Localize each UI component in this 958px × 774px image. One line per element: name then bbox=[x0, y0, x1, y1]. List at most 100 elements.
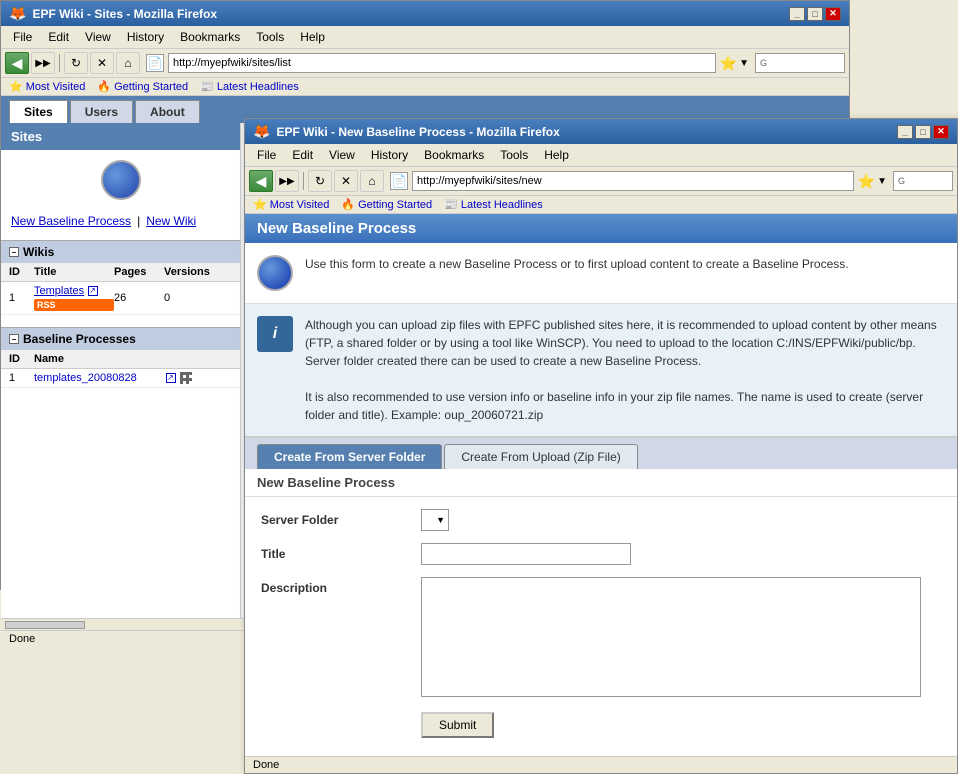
forward-btn-1[interactable]: ▶▶ bbox=[31, 52, 55, 74]
status-bar-2: Done bbox=[245, 756, 957, 773]
forward-btn-2[interactable]: ▶▶ bbox=[275, 170, 299, 192]
rss-badge-wiki: RSS bbox=[34, 299, 114, 311]
menu-history-2[interactable]: History bbox=[363, 146, 416, 164]
minimize-btn-1[interactable]: _ bbox=[789, 7, 805, 21]
news-icon-2: 📰 bbox=[444, 198, 458, 211]
menu-help-2[interactable]: Help bbox=[536, 146, 577, 164]
description-textarea[interactable] bbox=[421, 577, 921, 697]
select-arrow-icon: ▼ bbox=[436, 515, 445, 525]
form-subtitle: New Baseline Process bbox=[245, 469, 957, 497]
page-header-bar: New Baseline Process bbox=[245, 214, 957, 243]
toolbar-sep-2 bbox=[303, 172, 304, 190]
tab-about[interactable]: About bbox=[135, 100, 200, 123]
wiki-title-cell: Templates RSS bbox=[34, 285, 114, 311]
refresh-btn-2[interactable]: ↻ bbox=[308, 170, 332, 192]
back-btn-1[interactable]: ◀ bbox=[5, 52, 29, 74]
title-row: Title bbox=[261, 543, 941, 565]
bookmark-most-visited-1[interactable]: ⭐ Most Visited bbox=[9, 80, 85, 93]
wiki-row-1: 1 Templates RSS 26 0 bbox=[1, 282, 240, 315]
new-wiki-link[interactable]: New Wiki bbox=[146, 214, 196, 228]
collapse-wikis-icon[interactable]: − bbox=[9, 247, 19, 257]
menu-view-2[interactable]: View bbox=[321, 146, 363, 164]
baseline-col-name: Name bbox=[34, 353, 184, 365]
submit-button[interactable]: Submit bbox=[421, 712, 494, 738]
stop-btn-1[interactable]: ✕ bbox=[90, 52, 114, 74]
title-input[interactable] bbox=[421, 543, 631, 565]
info-section: i Although you can upload zip files with… bbox=[245, 304, 957, 438]
bookmark-getting-started-1[interactable]: 🔥 Getting Started bbox=[97, 80, 188, 93]
col-title: Title bbox=[34, 266, 114, 278]
fire-icon-2: 🔥 bbox=[341, 198, 355, 211]
bookmark-getting-started-2[interactable]: 🔥 Getting Started bbox=[341, 198, 432, 211]
menu-bookmarks-2[interactable]: Bookmarks bbox=[416, 146, 492, 164]
browser-window-2: 🦊 EPF Wiki - New Baseline Process - Mozi… bbox=[244, 118, 958, 774]
home-btn-2[interactable]: ⌂ bbox=[360, 170, 384, 192]
close-btn-2[interactable]: ✕ bbox=[933, 125, 949, 139]
page-icon-2: 📄 bbox=[390, 172, 408, 190]
menu-tools-1[interactable]: Tools bbox=[248, 28, 292, 46]
scrollbar-thumb-1[interactable] bbox=[5, 621, 85, 629]
address-bar-1: 📄 ⭐ ▼ bbox=[146, 53, 749, 73]
menu-file-2[interactable]: File bbox=[249, 146, 284, 164]
google-search-2[interactable]: G bbox=[893, 171, 953, 191]
close-btn-1[interactable]: ✕ bbox=[825, 7, 841, 21]
refresh-btn-1[interactable]: ↻ bbox=[64, 52, 88, 74]
external-link-icon-wiki bbox=[88, 286, 98, 296]
bookmark-latest-headlines-1[interactable]: 📰 Latest Headlines bbox=[200, 80, 299, 93]
menu-bar-1: File Edit View History Bookmarks Tools H… bbox=[1, 26, 849, 49]
col-id: ID bbox=[9, 266, 34, 278]
news-icon-1: 📰 bbox=[200, 80, 214, 93]
description-label: Description bbox=[261, 577, 421, 595]
menu-file-1[interactable]: File bbox=[5, 28, 40, 46]
status-text-1: Done bbox=[9, 633, 35, 645]
baseline-name[interactable]: templates_20080828 bbox=[34, 372, 164, 384]
wiki-title-link[interactable]: Templates bbox=[34, 285, 84, 297]
external-link-icon-baseline[interactable] bbox=[166, 373, 176, 383]
menu-tools-2[interactable]: Tools bbox=[492, 146, 536, 164]
menu-history-1[interactable]: History bbox=[119, 28, 172, 46]
tab-create-from-upload[interactable]: Create From Upload (Zip File) bbox=[444, 444, 637, 469]
fire-icon-1: 🔥 bbox=[97, 80, 111, 93]
bookmark-label-5: Getting Started bbox=[358, 199, 432, 211]
google-search-1[interactable]: G bbox=[755, 53, 845, 73]
baseline-id: 1 bbox=[9, 372, 34, 384]
form-area: Server Folder ▼ Title Description bbox=[245, 497, 957, 762]
back-btn-2[interactable]: ◀ bbox=[249, 170, 273, 192]
intro-text: Use this form to create a new Baseline P… bbox=[305, 255, 849, 291]
bookmark-most-visited-2[interactable]: ⭐ Most Visited bbox=[253, 198, 329, 211]
info-icon: i bbox=[257, 316, 293, 352]
minimize-btn-2[interactable]: _ bbox=[897, 125, 913, 139]
menu-edit-1[interactable]: Edit bbox=[40, 28, 77, 46]
server-folder-control: ▼ bbox=[421, 509, 941, 531]
server-folder-select[interactable]: ▼ bbox=[421, 509, 449, 531]
tab-create-from-server[interactable]: Create From Server Folder bbox=[257, 444, 442, 469]
baseline-col-id: ID bbox=[9, 353, 34, 365]
address-right-1: ⭐ ▼ bbox=[720, 55, 749, 72]
collapse-baseline-icon[interactable]: − bbox=[9, 334, 19, 344]
wikis-section-header: − Wikis bbox=[1, 240, 240, 263]
star-icon-2: ⭐ bbox=[253, 198, 267, 211]
bookmark-latest-headlines-2[interactable]: 📰 Latest Headlines bbox=[444, 198, 543, 211]
menu-edit-2[interactable]: Edit bbox=[284, 146, 321, 164]
col-versions: Versions bbox=[164, 266, 214, 278]
baseline-col-actions bbox=[184, 353, 224, 365]
bookmark-label-2: Getting Started bbox=[114, 81, 188, 93]
menu-view-1[interactable]: View bbox=[77, 28, 119, 46]
address-input-1[interactable] bbox=[168, 53, 716, 73]
menu-help-1[interactable]: Help bbox=[292, 28, 333, 46]
maximize-btn-1[interactable]: □ bbox=[807, 7, 823, 21]
new-baseline-link[interactable]: New Baseline Process bbox=[11, 214, 131, 228]
stop-btn-2[interactable]: ✕ bbox=[334, 170, 358, 192]
tab-users[interactable]: Users bbox=[70, 100, 133, 123]
description-row: Description bbox=[261, 577, 941, 700]
page-icon-1: 📄 bbox=[146, 54, 164, 72]
page-title: New Baseline Process bbox=[257, 220, 416, 237]
grid-icon-baseline[interactable] bbox=[180, 372, 192, 384]
address-input-2[interactable] bbox=[412, 171, 854, 191]
home-btn-1[interactable]: ⌂ bbox=[116, 52, 140, 74]
intro-section: Use this form to create a new Baseline P… bbox=[245, 243, 957, 304]
baseline-table-header: ID Name bbox=[1, 350, 240, 369]
menu-bookmarks-1[interactable]: Bookmarks bbox=[172, 28, 248, 46]
maximize-btn-2[interactable]: □ bbox=[915, 125, 931, 139]
tab-sites[interactable]: Sites bbox=[9, 100, 68, 123]
